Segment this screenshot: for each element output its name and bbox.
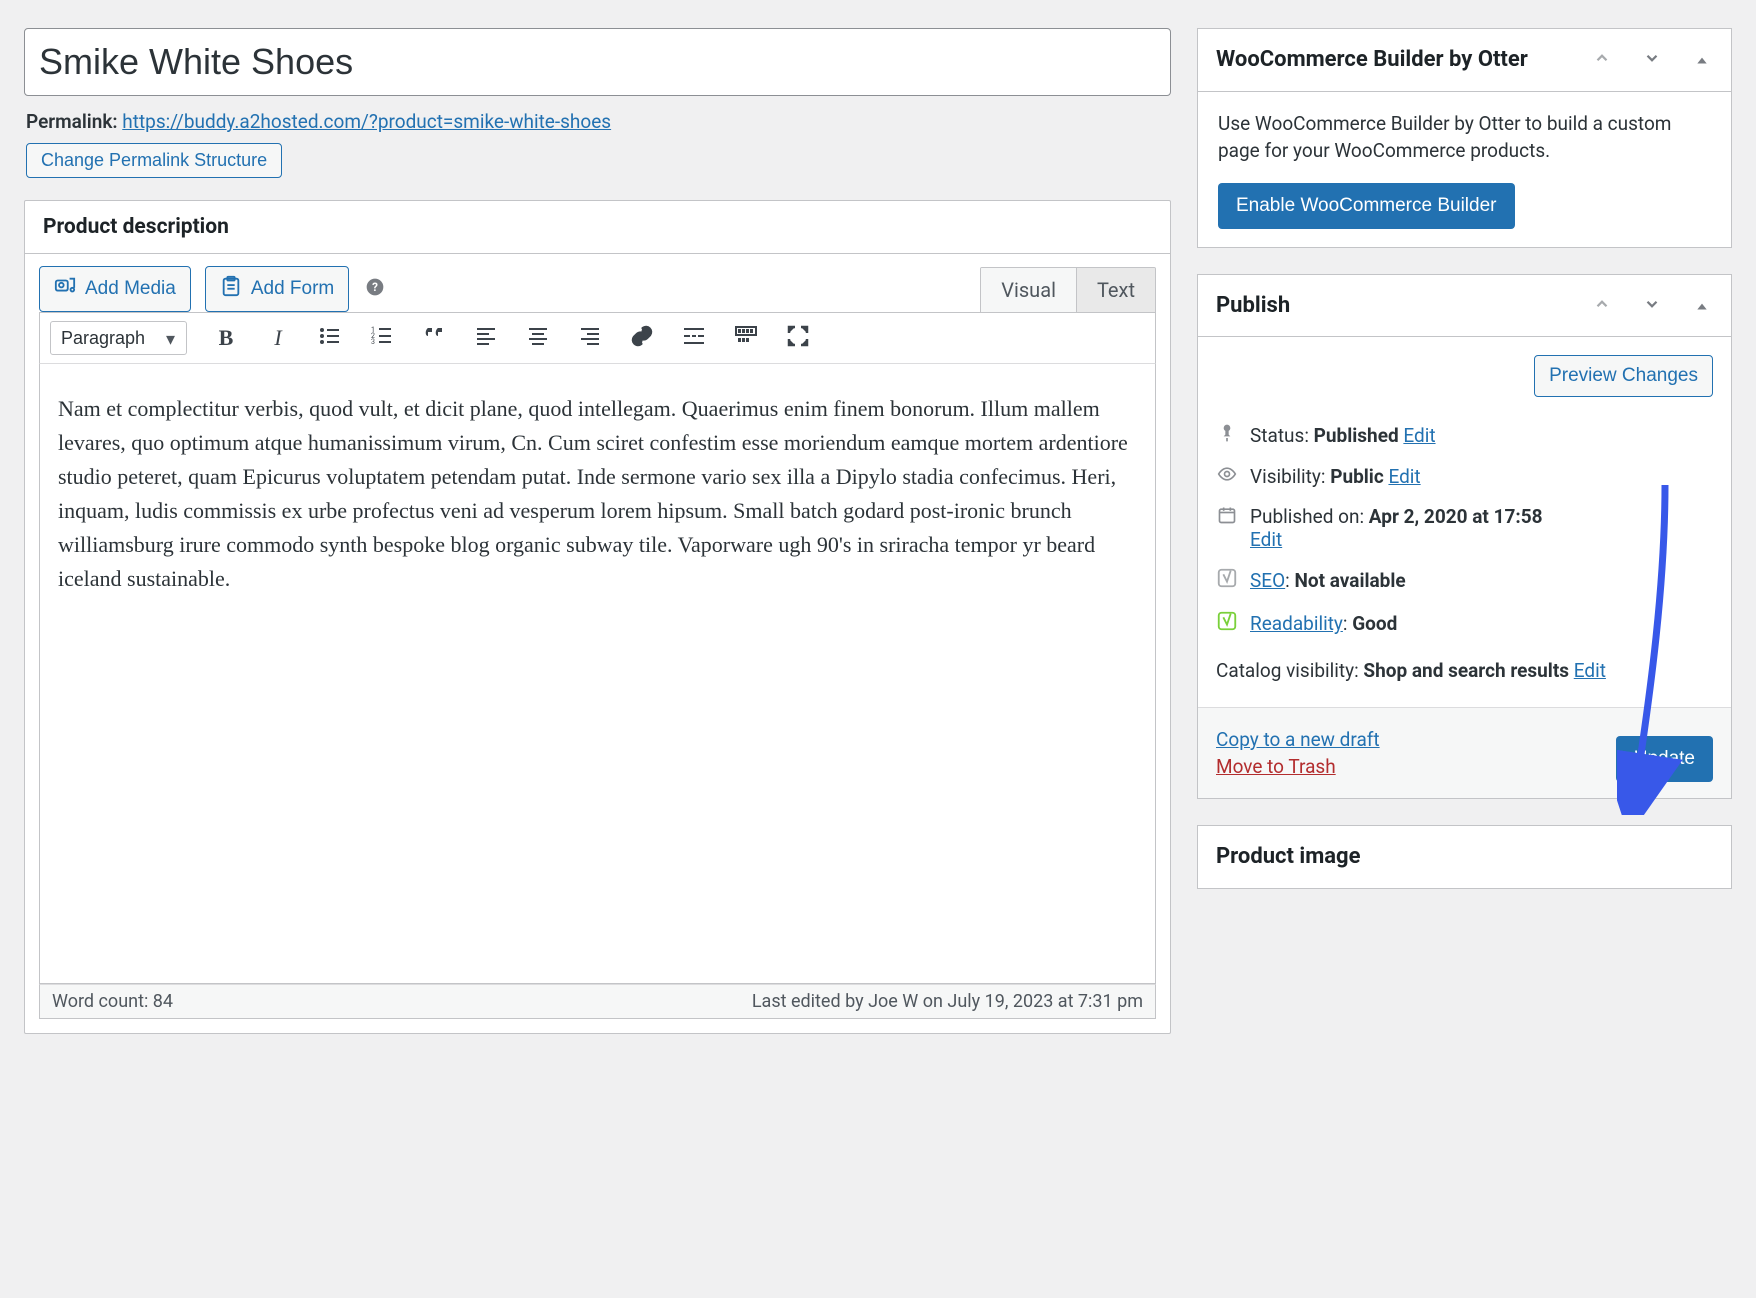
published-row: Published on: Apr 2, 2020 at 17:58Edit bbox=[1198, 497, 1731, 559]
chevron-up-icon[interactable] bbox=[1591, 48, 1613, 72]
chevron-up-icon[interactable] bbox=[1591, 294, 1613, 318]
editor-toolbar: Paragraph B I 123 bbox=[39, 312, 1156, 364]
preview-changes-button[interactable]: Preview Changes bbox=[1534, 355, 1713, 397]
visibility-edit-link[interactable]: Edit bbox=[1388, 465, 1420, 488]
add-form-button[interactable]: Add Form bbox=[205, 266, 349, 312]
italic-button[interactable]: I bbox=[265, 325, 291, 351]
add-form-label: Add Form bbox=[251, 278, 334, 300]
fullscreen-button[interactable] bbox=[785, 324, 811, 353]
readability-link[interactable]: Readability bbox=[1250, 612, 1343, 635]
editor-status-bar: Word count: 84 Last edited by Joe W on J… bbox=[39, 984, 1156, 1019]
help-icon[interactable]: ? bbox=[365, 277, 385, 302]
read-more-button[interactable] bbox=[681, 324, 707, 353]
add-media-label: Add Media bbox=[85, 278, 176, 300]
yoast-seo-icon bbox=[1216, 567, 1238, 594]
catalog-visibility-row: Catalog visibility: Shop and search resu… bbox=[1198, 645, 1731, 707]
form-clipboard-icon bbox=[220, 275, 242, 303]
last-edited: Last edited by Joe W on July 19, 2023 at… bbox=[752, 991, 1143, 1012]
permalink-row: Permalink: https://buddy.a2hosted.com/?p… bbox=[26, 110, 1171, 133]
enable-woocommerce-builder-button[interactable]: Enable WooCommerce Builder bbox=[1218, 183, 1515, 229]
woocommerce-builder-box: WooCommerce Builder by Otter Use WooComm… bbox=[1197, 28, 1732, 248]
yoast-readability-icon bbox=[1216, 610, 1238, 637]
move-to-trash-link[interactable]: Move to Trash bbox=[1216, 755, 1380, 778]
woocommerce-builder-desc: Use WooCommerce Builder by Otter to buil… bbox=[1218, 110, 1711, 165]
numbered-list-button[interactable]: 123 bbox=[369, 324, 395, 353]
product-title-input[interactable] bbox=[24, 28, 1171, 96]
product-description-heading: Product description bbox=[43, 215, 229, 239]
pin-icon bbox=[1216, 423, 1238, 448]
seo-link[interactable]: SEO bbox=[1250, 569, 1285, 592]
publish-box: Publish Preview Changes Status: Publishe… bbox=[1197, 274, 1732, 799]
svg-text:?: ? bbox=[372, 280, 378, 294]
product-description-box: Product description Add Media Add Form ? bbox=[24, 200, 1171, 1034]
editor-content[interactable]: Nam et complectitur verbis, quod vult, e… bbox=[39, 364, 1156, 984]
align-left-button[interactable] bbox=[473, 324, 499, 353]
format-select[interactable]: Paragraph bbox=[50, 321, 187, 355]
update-button[interactable]: Update bbox=[1616, 736, 1713, 782]
chevron-down-icon[interactable] bbox=[1641, 48, 1663, 72]
readability-row: Readability: Good bbox=[1198, 602, 1731, 645]
link-button[interactable] bbox=[629, 324, 655, 353]
word-count: Word count: 84 bbox=[52, 991, 173, 1012]
blockquote-button[interactable] bbox=[421, 324, 447, 353]
product-image-heading: Product image bbox=[1216, 842, 1361, 872]
toolbar-toggle-button[interactable] bbox=[733, 324, 759, 353]
eye-icon bbox=[1216, 464, 1238, 489]
status-edit-link[interactable]: Edit bbox=[1403, 424, 1435, 447]
publish-heading: Publish bbox=[1216, 291, 1290, 321]
chevron-down-icon[interactable] bbox=[1641, 294, 1663, 318]
tab-text[interactable]: Text bbox=[1077, 268, 1155, 312]
svg-text:3: 3 bbox=[371, 338, 375, 346]
camera-music-icon bbox=[54, 275, 76, 303]
woocommerce-builder-heading: WooCommerce Builder by Otter bbox=[1216, 45, 1528, 75]
change-permalink-button[interactable]: Change Permalink Structure bbox=[26, 143, 282, 178]
toggle-triangle-icon[interactable] bbox=[1691, 294, 1713, 318]
permalink-label: Permalink: bbox=[26, 110, 118, 133]
published-edit-link[interactable]: Edit bbox=[1250, 528, 1282, 551]
product-image-box: Product image bbox=[1197, 825, 1732, 889]
bold-button[interactable]: B bbox=[213, 325, 239, 351]
bullet-list-button[interactable] bbox=[317, 324, 343, 353]
copy-draft-link[interactable]: Copy to a new draft bbox=[1216, 728, 1380, 751]
calendar-icon bbox=[1216, 505, 1238, 530]
visibility-row: Visibility: Public Edit bbox=[1198, 456, 1731, 497]
catalog-edit-link[interactable]: Edit bbox=[1574, 659, 1606, 682]
toggle-triangle-icon[interactable] bbox=[1691, 48, 1713, 72]
seo-row: SEO: Not available bbox=[1198, 559, 1731, 602]
align-center-button[interactable] bbox=[525, 324, 551, 353]
tab-visual[interactable]: Visual bbox=[981, 268, 1077, 312]
add-media-button[interactable]: Add Media bbox=[39, 266, 191, 312]
permalink-url-link[interactable]: https://buddy.a2hosted.com/?product=smik… bbox=[122, 110, 611, 133]
status-row: Status: Published Edit bbox=[1198, 415, 1731, 456]
align-right-button[interactable] bbox=[577, 324, 603, 353]
